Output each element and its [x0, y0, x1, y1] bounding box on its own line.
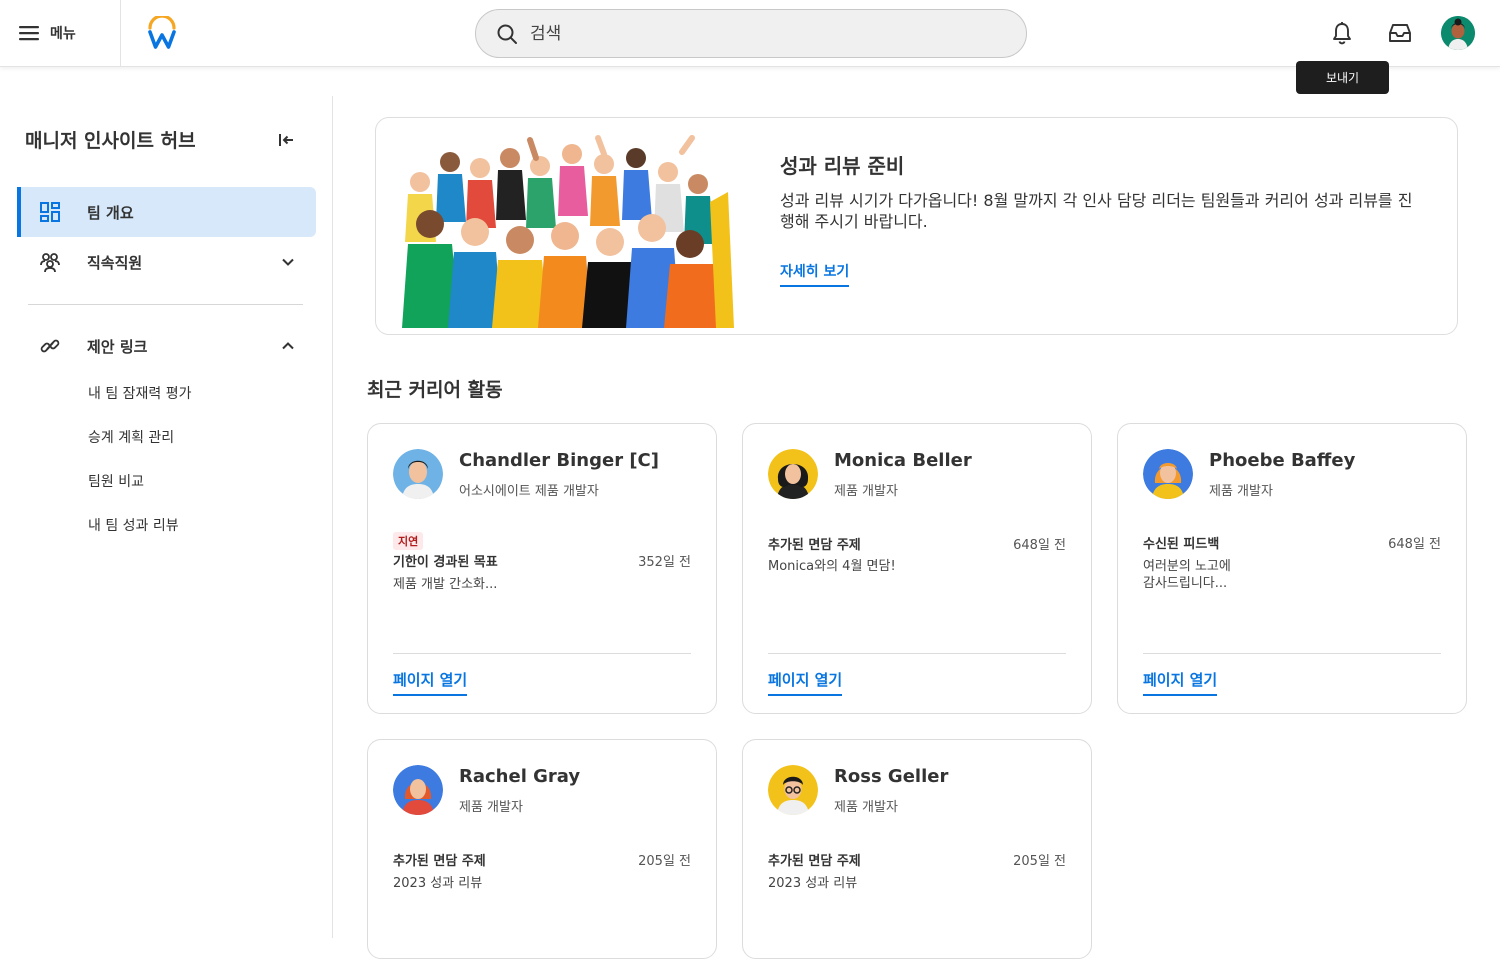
people-icon	[40, 253, 60, 273]
card-divider	[393, 653, 691, 654]
employee-name: Ross Geller	[834, 766, 949, 787]
hamburger-icon	[19, 26, 39, 41]
sidebar-item-label: 팀 개요	[87, 203, 134, 222]
link-compare-team[interactable]: 팀원 비교	[88, 471, 144, 491]
avatar	[393, 449, 443, 499]
employee-role: 어소시에이트 제품 개발자	[459, 484, 599, 499]
open-page-link[interactable]: 페이지 열기	[393, 669, 468, 696]
sidebar: 매니저 인사이트 허브 팀 개요 직속직원 제안 링크 내 팀 잠재력 평가 승…	[0, 96, 333, 938]
activity-card: Chandler Binger [C] 어소시에이트 제품 개발자 지연 기한이…	[367, 423, 717, 714]
crowd-illustration	[380, 132, 736, 328]
sidebar-divider	[28, 304, 303, 305]
activity-time: 352일 전	[638, 555, 691, 570]
activity-description: 2023 성과 리뷰	[393, 876, 483, 891]
banner-text: 성과 리뷰 시기가 다가옵니다! 8월 말까지 각 인사 담당 리더는 팀원들과…	[780, 191, 1413, 231]
activity-description: 여러분의 노고에 감사드립니다...	[1143, 559, 1231, 591]
link-icon	[40, 339, 60, 353]
collapse-sidebar-button[interactable]	[276, 130, 296, 154]
search-icon	[497, 24, 517, 44]
employee-role: 제품 개발자	[459, 800, 523, 815]
employee-role: 제품 개발자	[1209, 484, 1273, 499]
activity-title: 수신된 피드백	[1143, 537, 1220, 552]
top-divider	[120, 0, 121, 67]
send-tooltip: 보내기	[1296, 61, 1389, 94]
sidebar-item-team-overview[interactable]: 팀 개요	[17, 187, 316, 237]
menu-button[interactable]: 메뉴	[18, 18, 76, 48]
activity-time: 648일 전	[1388, 537, 1441, 552]
activity-time: 648일 전	[1013, 538, 1066, 553]
dashboard-icon	[40, 202, 60, 222]
collapse-left-icon	[279, 134, 293, 146]
link-succession-planning[interactable]: 승계 계획 관리	[88, 427, 174, 447]
activity-time: 205일 전	[1013, 854, 1066, 869]
activity-card: Rachel Gray 제품 개발자 추가된 면담 주제 205일 전 2023…	[367, 739, 717, 959]
inbox-button[interactable]	[1385, 18, 1415, 48]
link-team-performance-review[interactable]: 내 팀 성과 리뷰	[88, 515, 179, 535]
workday-logo[interactable]	[146, 14, 178, 54]
card-divider	[1143, 653, 1441, 654]
employee-role: 제품 개발자	[834, 800, 898, 815]
employee-name: Phoebe Baffey	[1209, 450, 1356, 471]
menu-label: 메뉴	[50, 26, 76, 42]
employee-name: Monica Beller	[834, 450, 972, 471]
recent-career-activity-title: 최근 커리어 활동	[367, 379, 503, 401]
top-bar: 메뉴	[0, 0, 1500, 67]
activity-title: 기한이 경과된 목표	[393, 555, 498, 570]
performance-review-banner: 성과 리뷰 준비 성과 리뷰 시기가 다가옵니다! 8월 말까지 각 인사 담당…	[375, 117, 1458, 335]
sidebar-title: 매니저 인사이트 허브	[25, 130, 196, 152]
sidebar-item-direct-reports[interactable]: 직속직원	[17, 237, 316, 287]
sidebar-item-label: 제안 링크	[87, 337, 148, 356]
sidebar-item-suggested-links[interactable]: 제안 링크	[17, 321, 316, 371]
activity-card: Phoebe Baffey 제품 개발자 수신된 피드백 648일 전 여러분의…	[1117, 423, 1467, 714]
activity-time: 205일 전	[638, 854, 691, 869]
employee-role: 제품 개발자	[834, 484, 898, 499]
activity-title: 추가된 면담 주제	[768, 538, 861, 553]
employee-name: Rachel Gray	[459, 766, 581, 787]
overdue-badge: 지연	[393, 532, 424, 550]
activity-card: Monica Beller 제품 개발자 추가된 면담 주제 648일 전 Mo…	[742, 423, 1092, 714]
avatar	[393, 765, 443, 815]
bell-icon	[1333, 22, 1351, 45]
activity-description: 2023 성과 리뷰	[768, 876, 858, 891]
open-page-link[interactable]: 페이지 열기	[768, 669, 843, 696]
sidebar-item-label: 직속직원	[87, 253, 143, 272]
chevron-down-icon	[282, 258, 294, 266]
learn-more-link[interactable]: 자세히 보기	[780, 261, 850, 287]
link-team-potential[interactable]: 내 팀 잠재력 평가	[88, 383, 192, 403]
notifications-button[interactable]	[1327, 18, 1357, 48]
search-input[interactable]	[530, 23, 990, 44]
activity-card: Ross Geller 제품 개발자 추가된 면담 주제 205일 전 2023…	[742, 739, 1092, 959]
activity-description: 제품 개발 간소화...	[393, 577, 498, 592]
activity-description: Monica와의 4월 면담!	[768, 559, 896, 574]
card-divider	[768, 653, 1066, 654]
avatar	[768, 449, 818, 499]
employee-name: Chandler Binger [C]	[459, 450, 659, 471]
activity-title: 추가된 면담 주제	[393, 854, 486, 869]
search-bar[interactable]	[475, 9, 1027, 58]
avatar	[1143, 449, 1193, 499]
inbox-icon	[1389, 24, 1411, 42]
banner-title: 성과 리뷰 준비	[780, 154, 905, 178]
avatar	[768, 765, 818, 815]
open-page-link[interactable]: 페이지 열기	[1143, 669, 1218, 696]
user-avatar[interactable]	[1441, 16, 1475, 50]
activity-title: 추가된 면담 주제	[768, 854, 861, 869]
chevron-up-icon	[282, 342, 294, 350]
